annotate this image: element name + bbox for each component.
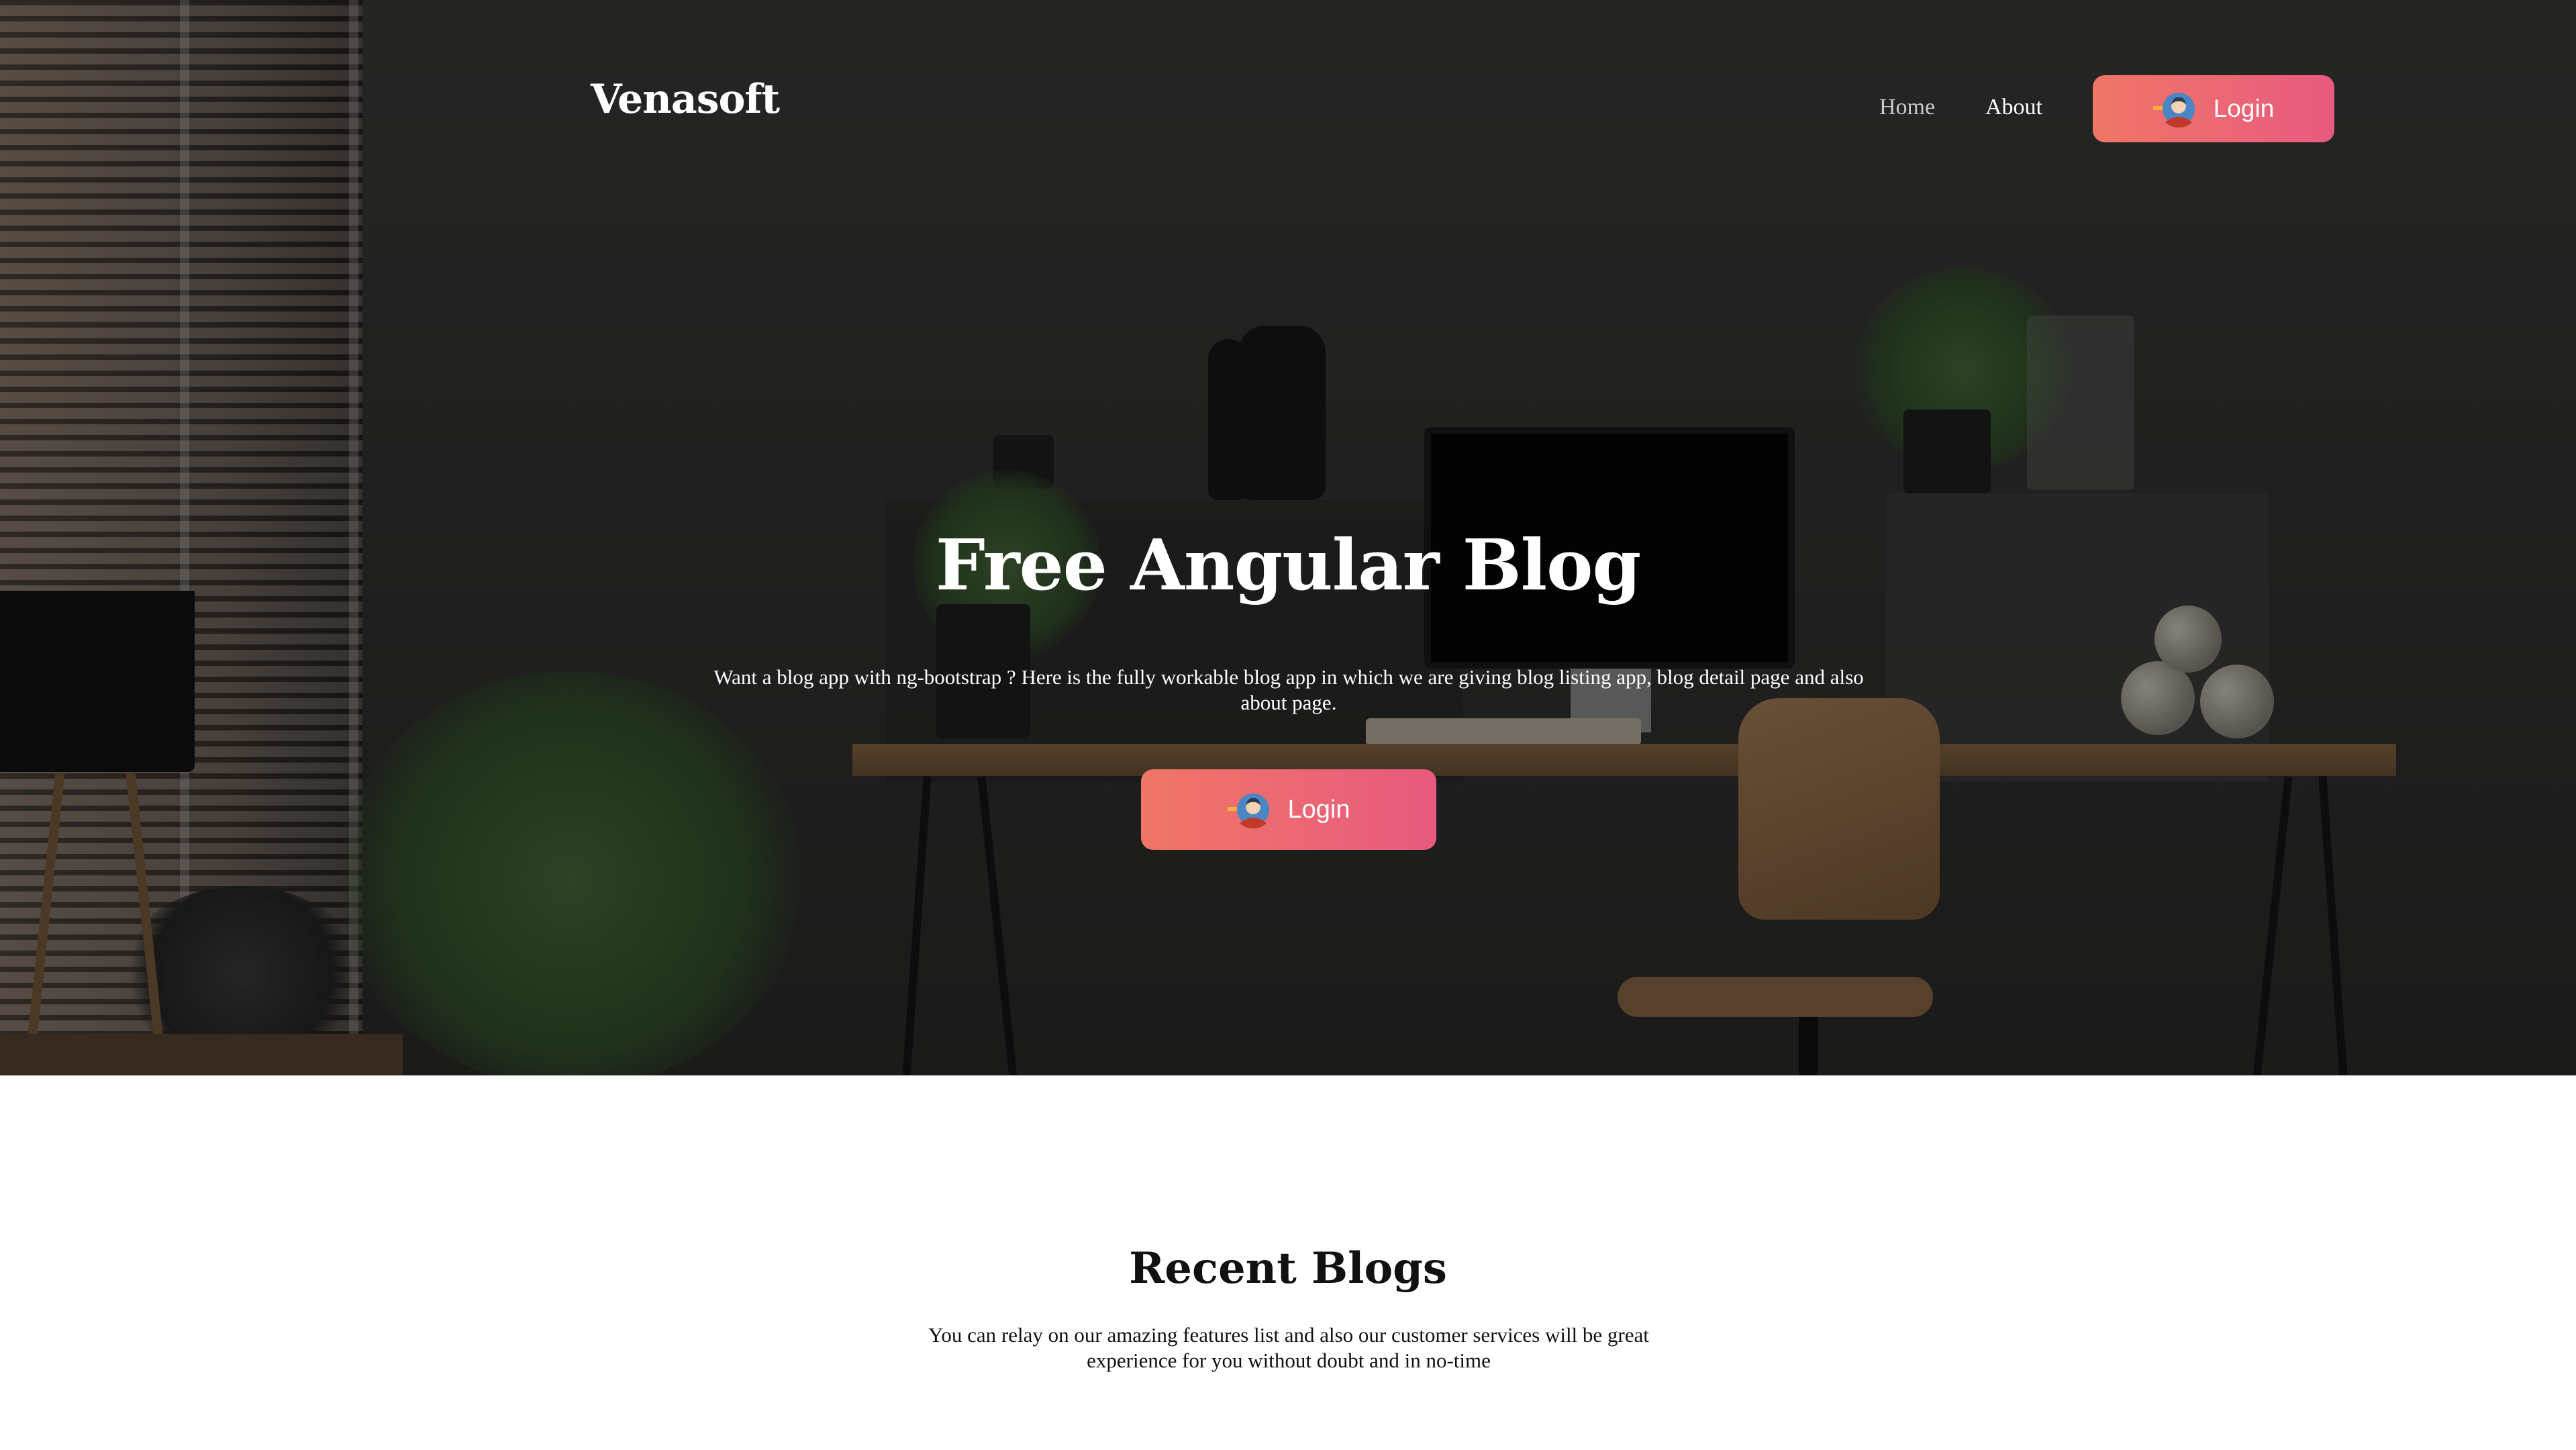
nav-login-label: Login bbox=[2213, 95, 2275, 122]
recent-blogs-title: Recent Blogs bbox=[1129, 1243, 1447, 1294]
nav-login-button[interactable]: Login bbox=[2093, 75, 2334, 142]
brand-logo[interactable]: Venasoft bbox=[591, 79, 780, 119]
nav-link-about[interactable]: About bbox=[1985, 96, 2042, 119]
navbar: Venasoft Home About Login bbox=[0, 0, 2576, 148]
hero-description: Want a blog app with ng-bootstrap ? Here… bbox=[713, 665, 1864, 714]
hero-section: Venasoft Home About Login Free Angular B… bbox=[0, 0, 2576, 1075]
hero-login-label: Login bbox=[1287, 795, 1350, 824]
recent-blogs-description: You can relay on our amazing features li… bbox=[928, 1323, 1649, 1372]
hero-login-button[interactable]: Login bbox=[1141, 769, 1436, 850]
nav-link-home[interactable]: Home bbox=[1879, 96, 1935, 119]
hero-title: Free Angular Blog bbox=[935, 524, 1641, 606]
login-avatar-icon bbox=[1227, 788, 1271, 831]
login-avatar-icon bbox=[2152, 87, 2196, 130]
